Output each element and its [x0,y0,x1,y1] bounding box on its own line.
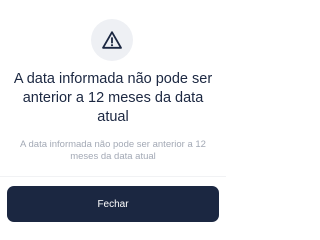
warning-triangle-icon [102,31,122,49]
dialog-message: A data informada não pode ser anterior a… [20,139,206,162]
alert-dialog: A data informada não pode ser anterior a… [0,0,226,228]
close-button[interactable]: Fechar [7,186,219,222]
divider [0,176,226,177]
warning-icon-badge [91,19,133,61]
dialog-title: A data informada não pode ser anterior a… [13,71,213,125]
